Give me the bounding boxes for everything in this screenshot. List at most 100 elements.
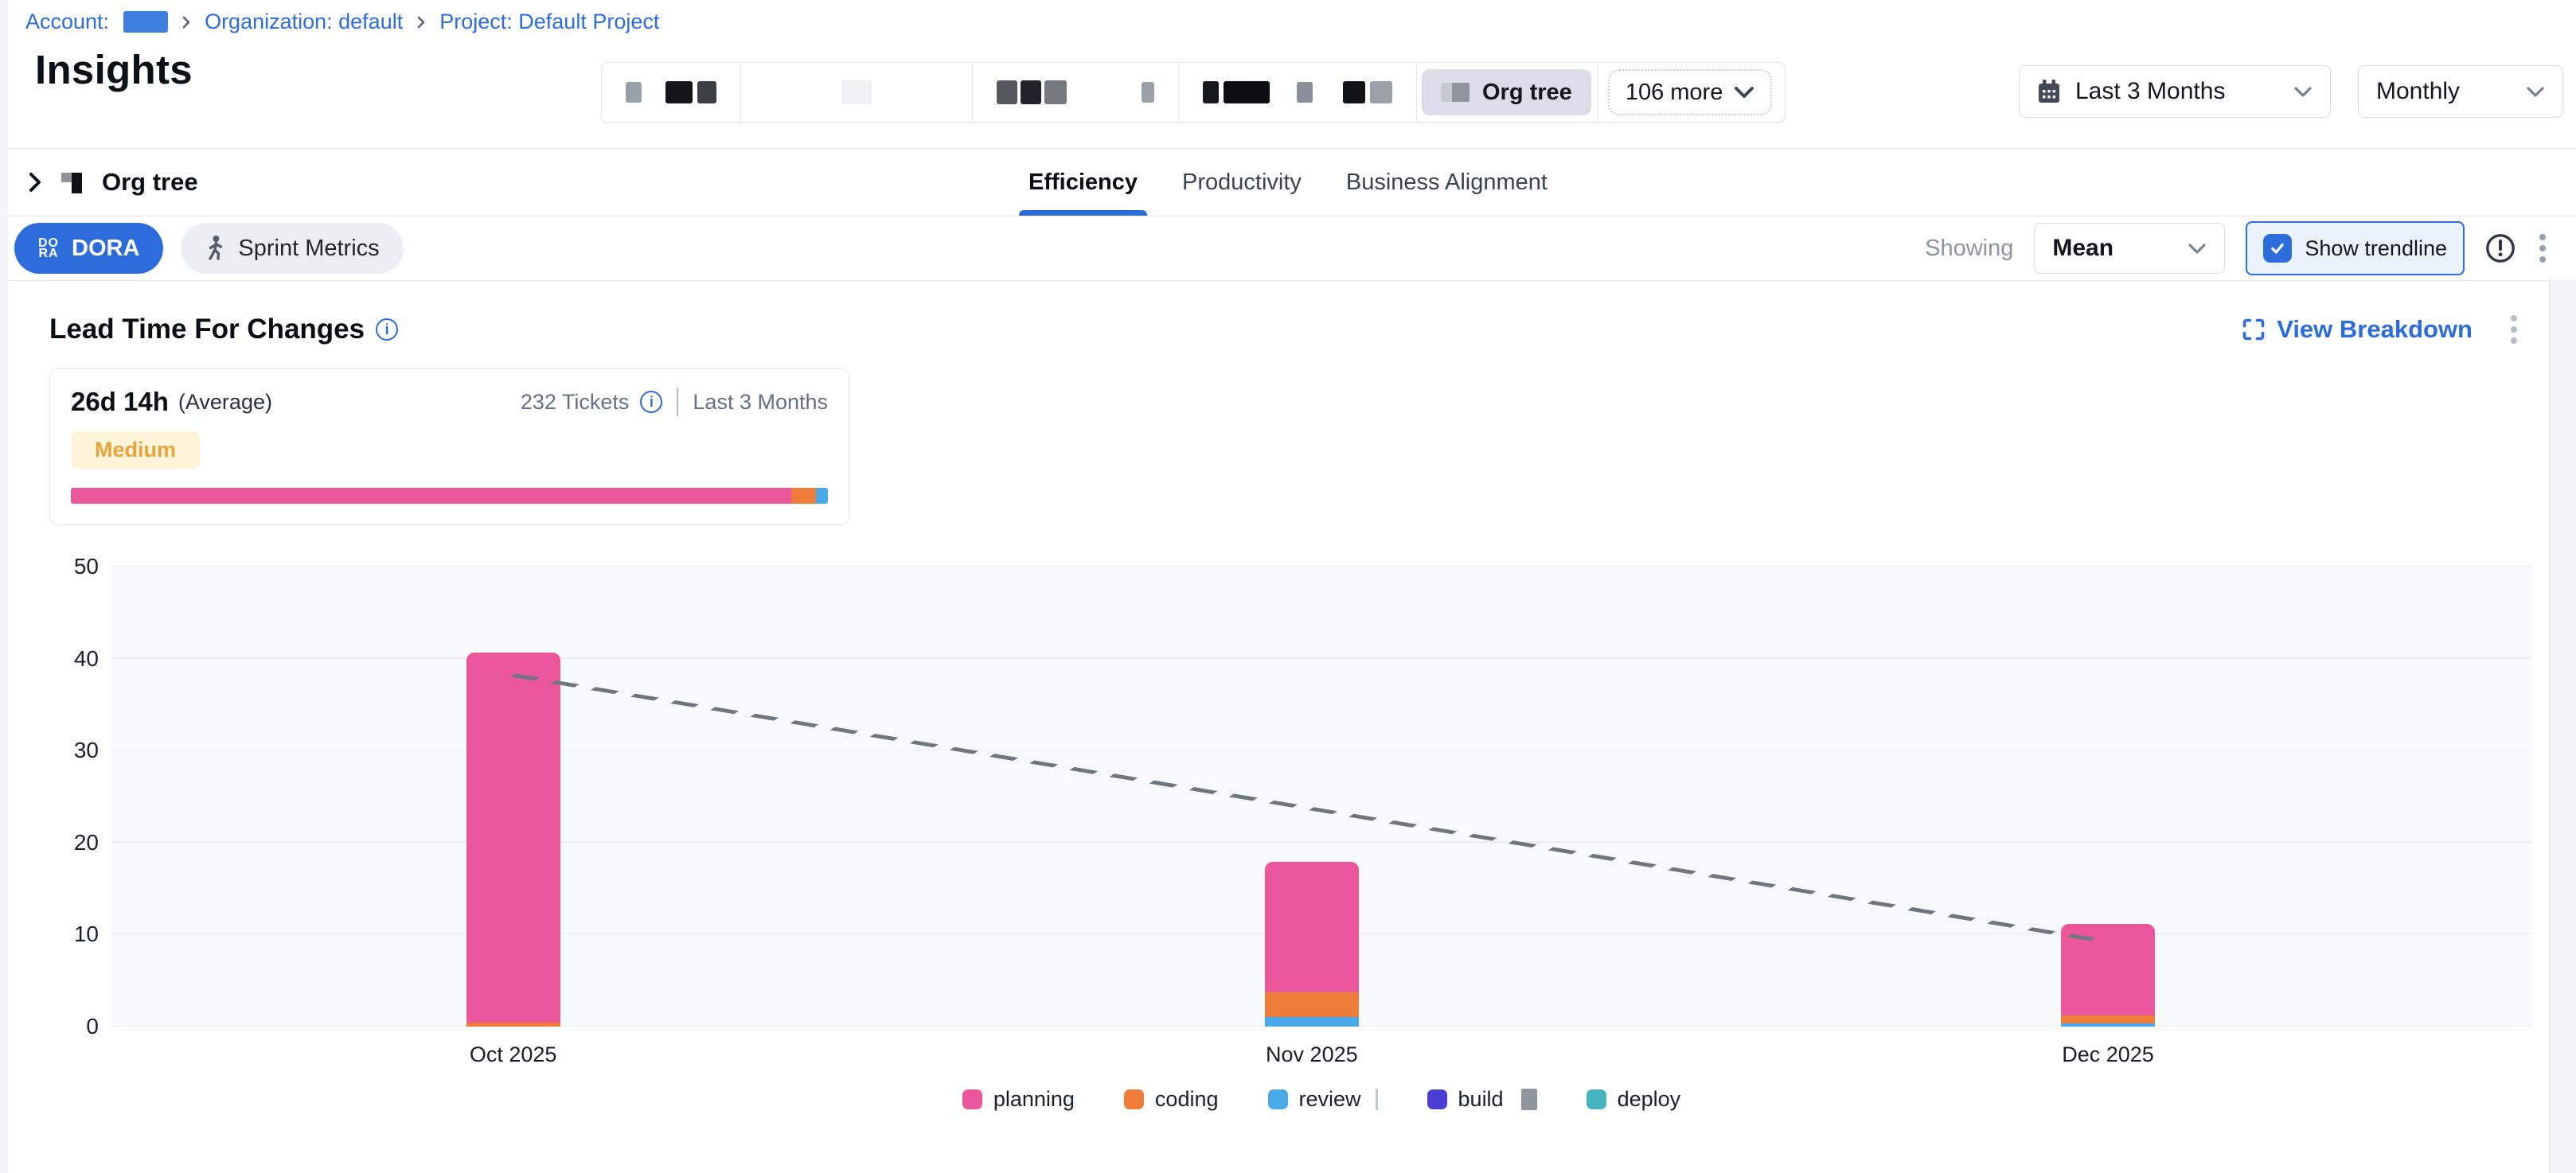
y-tick-label: 0 xyxy=(86,1014,99,1039)
bar-segment-coding[interactable] xyxy=(2061,1015,2155,1023)
metric-title: Lead Time For Changes xyxy=(49,314,365,345)
bar-segment-review[interactable] xyxy=(1265,1017,1359,1027)
info-icon[interactable]: i xyxy=(376,318,398,341)
legend-item-build[interactable]: build xyxy=(1427,1087,1537,1112)
header: Account: Organization: default Project: … xyxy=(0,0,2576,149)
expand-corners-icon xyxy=(2242,318,2266,341)
chevron-right-icon[interactable] xyxy=(27,171,43,193)
granularity-select[interactable]: Monthly xyxy=(2358,65,2563,118)
legend-label: coding xyxy=(1155,1087,1219,1112)
tickets-count: 232 Tickets xyxy=(521,390,630,415)
filter-group-redacted-2[interactable] xyxy=(741,63,973,122)
legend-swatch-deploy xyxy=(1587,1089,1606,1109)
filter-group-redacted-1[interactable] xyxy=(602,63,741,122)
redacted-block xyxy=(1142,82,1154,103)
info-icon[interactable]: i xyxy=(640,391,662,413)
redacted-block xyxy=(1521,1089,1537,1110)
redacted-block xyxy=(841,80,872,104)
more-filters-label: 106 more xyxy=(1626,80,1723,106)
tab-label: Efficiency xyxy=(1028,170,1138,196)
show-trendline-toggle[interactable]: Show trendline xyxy=(2246,221,2465,275)
aggregation-select[interactable]: Mean xyxy=(2034,223,2225,274)
legend-label: deploy xyxy=(1618,1087,1681,1112)
legend-item-review[interactable]: review xyxy=(1268,1087,1378,1112)
y-tick-label: 40 xyxy=(74,646,99,672)
bar-segment-planning[interactable] xyxy=(466,653,560,1023)
summary-period: Last 3 Months xyxy=(693,390,828,415)
alert-circle-icon[interactable] xyxy=(2485,233,2516,263)
content: Lead Time For Changes i View Breakdown 2… xyxy=(0,310,2576,1173)
rating-badge: Medium xyxy=(71,431,200,469)
redacted-block xyxy=(697,81,716,103)
sprint-metrics-pill-button[interactable]: Sprint Metrics xyxy=(181,223,403,274)
view-breakdown-link[interactable]: View Breakdown xyxy=(2242,315,2473,344)
legend-item-planning[interactable]: planning xyxy=(962,1087,1075,1112)
org-tree-header[interactable]: Org tree xyxy=(27,168,198,197)
tab-business-alignment[interactable]: Business Alignment xyxy=(1343,149,1551,216)
redacted-block xyxy=(997,80,1017,104)
more-filters-button[interactable]: 106 more xyxy=(1608,69,1773,115)
chart-legend: planning coding review build deploy xyxy=(111,1087,2531,1112)
bar-segment-coding[interactable] xyxy=(1265,992,1359,1017)
bar-dec-2025[interactable] xyxy=(2061,567,2155,1027)
metric-kebab-menu[interactable] xyxy=(2508,312,2520,347)
x-tick-label: Oct 2025 xyxy=(470,1042,557,1067)
legend-item-coding[interactable]: coding xyxy=(1124,1087,1219,1112)
x-axis: Oct 2025Nov 2025Dec 2025 xyxy=(111,1027,2531,1078)
date-range-select[interactable]: Last 3 Months xyxy=(2019,65,2331,118)
checkbox-checked-icon[interactable] xyxy=(2263,234,2292,263)
bar-segment-planning[interactable] xyxy=(1265,862,1359,992)
breadcrumb-project-link[interactable]: Project: Default Project xyxy=(439,10,659,34)
redacted-block xyxy=(1044,80,1067,104)
chevron-down-icon xyxy=(2188,243,2207,255)
tab-label: Business Alignment xyxy=(1346,170,1548,196)
redacted-block xyxy=(1370,81,1392,103)
org-tree-label: Org tree xyxy=(102,168,198,197)
redacted-block xyxy=(1441,83,1469,102)
insights-page: Account: Organization: default Project: … xyxy=(0,0,2576,1173)
dora-logo-icon: DORA xyxy=(38,238,59,259)
legend-swatch-coding xyxy=(1124,1089,1144,1109)
y-tick-label: 50 xyxy=(74,554,99,579)
plot-area xyxy=(111,567,2531,1027)
redacted-block xyxy=(1376,1089,1378,1110)
breadcrumb-account-link[interactable]: Account: xyxy=(25,10,109,34)
filter-chip-org-tree[interactable]: Org tree xyxy=(1422,69,1591,115)
legend-item-deploy[interactable]: deploy xyxy=(1587,1087,1681,1112)
vertical-scrollbar[interactable] xyxy=(2549,279,2576,1173)
distribution-segment-review xyxy=(816,488,828,504)
redacted-block xyxy=(1343,81,1365,103)
legend-swatch-build xyxy=(1427,1089,1447,1109)
breadcrumb-organization-link[interactable]: Organization: default xyxy=(205,10,403,34)
metric-type-pills: DORA DORA Sprint Metrics xyxy=(14,223,404,274)
redacted-block xyxy=(1224,81,1270,103)
y-tick-label: 20 xyxy=(74,830,99,855)
metrics-toolbar: DORA DORA Sprint Metrics Showin xyxy=(0,216,2576,281)
tab-efficiency[interactable]: Efficiency xyxy=(1025,149,1141,216)
bar-oct-2025[interactable] xyxy=(466,567,560,1027)
chevron-right-icon xyxy=(416,15,427,29)
tab-label: Productivity xyxy=(1182,170,1302,196)
filter-chip-bar: Org tree 106 more xyxy=(601,62,1786,123)
date-range-value: Last 3 Months xyxy=(2075,78,2225,105)
summary-meta: 232 Tickets i Last 3 Months xyxy=(521,388,828,416)
sprint-metrics-label: Sprint Metrics xyxy=(238,236,379,262)
toolbar-kebab-menu[interactable] xyxy=(2536,231,2549,266)
tab-productivity[interactable]: Productivity xyxy=(1179,149,1305,216)
distribution-segment-planning xyxy=(71,488,791,504)
view-breakdown-label: View Breakdown xyxy=(2277,315,2473,344)
dora-pill-button[interactable]: DORA DORA xyxy=(14,223,163,274)
header-selects: Last 3 Months Monthly xyxy=(2019,65,2563,118)
bar-nov-2025[interactable] xyxy=(1265,567,1359,1027)
breadcrumb-account-redacted xyxy=(123,11,168,33)
calendar-icon xyxy=(2037,79,2061,104)
bar-segment-planning[interactable] xyxy=(2061,924,2155,1016)
y-axis: 01020304050 xyxy=(49,567,111,1027)
metric-title-group: Lead Time For Changes i xyxy=(49,314,398,345)
toolbar-right: Showing Mean Show trendline xyxy=(1925,221,2549,275)
nav-row: Org tree Efficiency Productivity Busines… xyxy=(0,149,2576,216)
redacted-block xyxy=(626,82,642,103)
filter-group-redacted-4[interactable] xyxy=(1179,63,1417,122)
filter-group-redacted-3[interactable] xyxy=(973,63,1179,122)
chevron-down-icon xyxy=(2526,86,2545,98)
